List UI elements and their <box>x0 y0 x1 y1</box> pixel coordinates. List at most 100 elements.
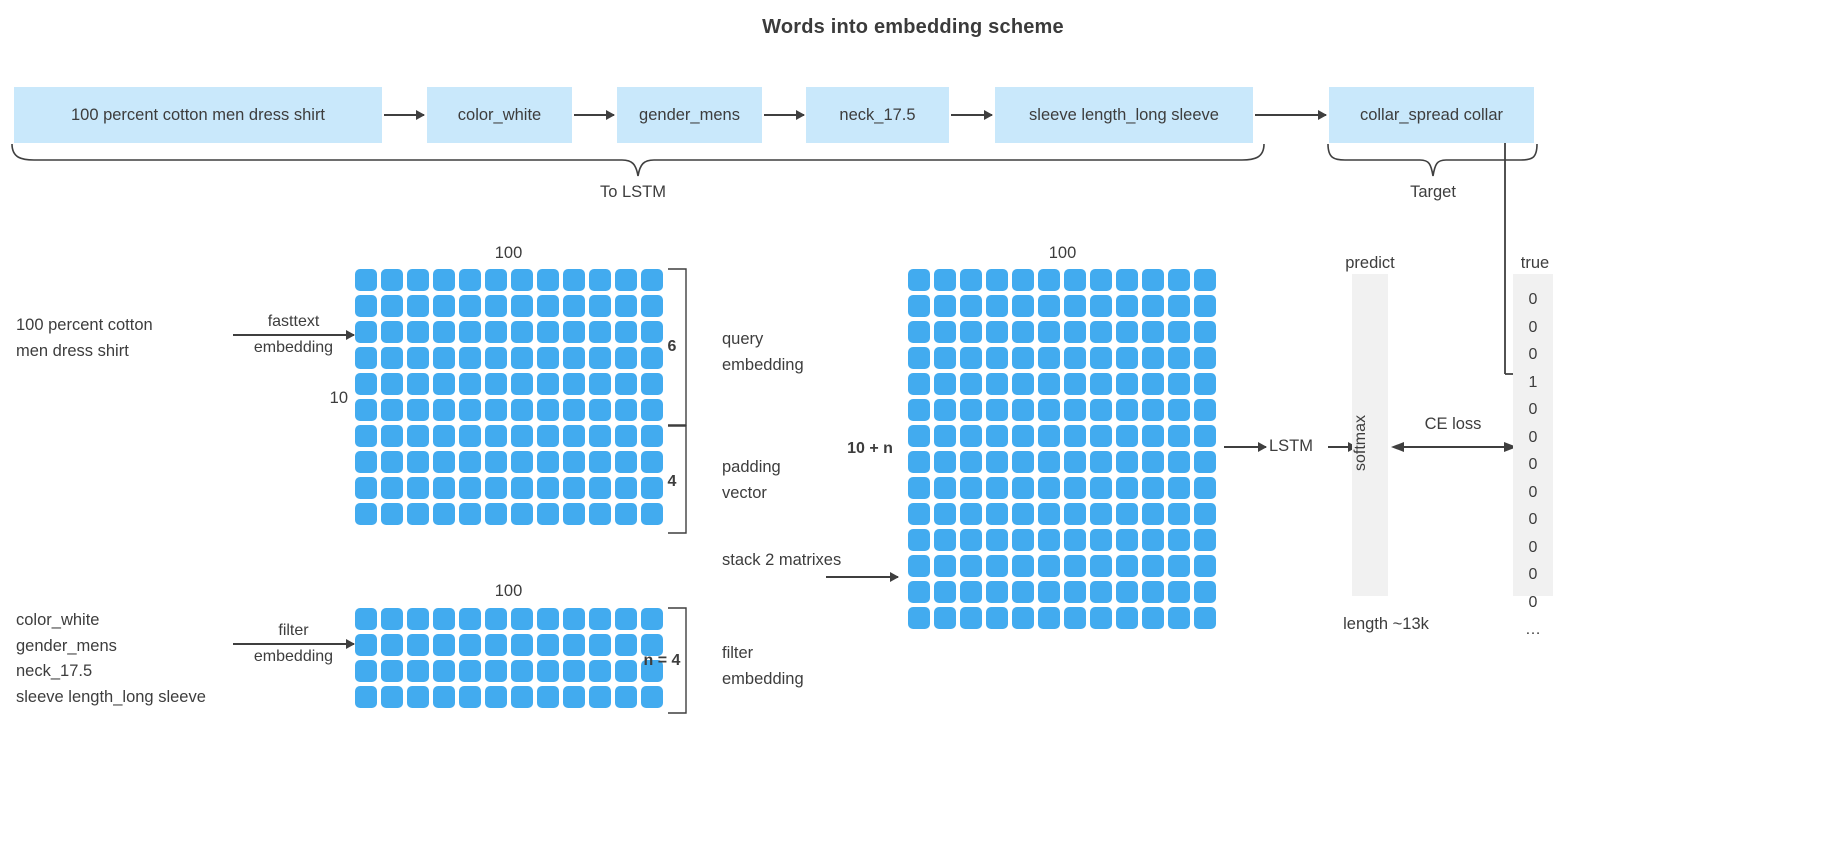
stacked-matrix-cell <box>960 581 982 603</box>
stacked-matrix-cell <box>986 347 1008 369</box>
stacked-matrix-cell <box>960 425 982 447</box>
query-matrix-cell <box>641 451 663 473</box>
true-vector-value: 0 <box>1528 428 1538 446</box>
query-matrix-cell <box>563 477 585 499</box>
query-matrix-cell <box>563 347 585 369</box>
stacked-matrix-cell <box>960 347 982 369</box>
token-box-collar-target[interactable]: collar_spread collar <box>1329 87 1534 143</box>
stacked-matrix-cell <box>934 399 956 421</box>
query-matrix-cell <box>355 321 377 343</box>
stacked-matrix-cell <box>1116 451 1138 473</box>
query-matrix-cell <box>589 373 611 395</box>
stack-label: stack 2 matrixes <box>722 551 842 569</box>
stacked-matrix-cell <box>1168 581 1190 603</box>
query-matrix-cell <box>537 399 559 421</box>
stacked-matrix-cell <box>908 399 930 421</box>
filter-embedding-label: filter embedding <box>722 644 804 688</box>
query-matrix-cell <box>433 477 455 499</box>
token-box-color[interactable]: color_white <box>427 87 572 143</box>
stacked-matrix-cell <box>1064 607 1086 629</box>
stacked-matrix-cell <box>1142 503 1164 525</box>
fasttext-embedding-arrow: fasttext embedding <box>233 313 355 357</box>
query-matrix-cell <box>615 321 637 343</box>
stacked-matrix-cell <box>934 529 956 551</box>
stacked-matrix-cell <box>1064 503 1086 525</box>
stacked-matrix-cell <box>986 373 1008 395</box>
stacked-matrix-cell <box>1090 373 1112 395</box>
query-matrix-cell <box>641 373 663 395</box>
stacked-matrix-cell <box>1168 529 1190 551</box>
query-matrix-cell <box>511 451 533 473</box>
stacked-matrix-cell <box>1012 555 1034 577</box>
filter-matrix-cell <box>407 686 429 708</box>
query-matrix-cell <box>589 347 611 369</box>
token-box-neck[interactable]: neck_17.5 <box>806 87 949 143</box>
stacked-matrix-cell <box>1064 555 1086 577</box>
stacked-matrix-cell <box>1168 555 1190 577</box>
query-matrix-cell <box>407 425 429 447</box>
stacked-matrix-cell <box>1012 607 1034 629</box>
stacked-matrix-cell <box>1142 295 1164 317</box>
query-matrix-cell <box>641 269 663 291</box>
query-matrix-cell <box>615 425 637 447</box>
filter-matrix-cell <box>563 686 585 708</box>
stacked-matrix-cell <box>1064 399 1086 421</box>
query-matrix-cell <box>615 477 637 499</box>
stacked-matrix-cell <box>1168 503 1190 525</box>
query-matrix-cell <box>355 399 377 421</box>
query-matrix-cell <box>537 425 559 447</box>
query-padding-matrix <box>353 267 665 527</box>
filter-matrix-cell <box>641 608 663 630</box>
true-vector: 0 0 0 1 0 0 0 0 0 0 0 0… <box>1513 274 1553 638</box>
stacked-matrix-cell <box>1142 321 1164 343</box>
stacked-matrix-cell <box>1116 269 1138 291</box>
stacked-matrix-cell <box>986 555 1008 577</box>
stacked-matrix-cell <box>908 555 930 577</box>
stacked-matrix-cell <box>908 373 930 395</box>
stacked-matrix-cell <box>1064 529 1086 551</box>
query-matrix-cell <box>485 425 507 447</box>
filter-matrix-cell <box>433 686 455 708</box>
stacked-matrix-cell <box>960 321 982 343</box>
filter-matrix-cell <box>511 686 533 708</box>
token-box-query[interactable]: 100 percent cotton men dress shirt <box>14 87 382 143</box>
stacked-matrix-cell <box>1038 451 1060 473</box>
brace-label-to-lstm: To LSTM <box>599 183 667 201</box>
stacked-matrix-cell <box>960 295 982 317</box>
stacked-matrix-cell <box>1116 399 1138 421</box>
stacked-matrix-cell <box>1194 451 1216 473</box>
stacked-matrix-cell <box>1142 607 1164 629</box>
query-matrix-cell <box>563 451 585 473</box>
query-matrix-cell <box>537 451 559 473</box>
filter-matrix-cell <box>485 660 507 682</box>
filter-matrix-cell <box>485 686 507 708</box>
filter-matrix-cell <box>563 634 585 656</box>
query-matrix-cell <box>511 373 533 395</box>
token-box-sleeve[interactable]: sleeve length_long sleeve <box>995 87 1253 143</box>
query-matrix-cell <box>511 425 533 447</box>
query-cols-count: 100 <box>494 244 523 262</box>
sequence-arrow-1 <box>384 110 425 120</box>
query-matrix-cell <box>355 347 377 369</box>
stacked-matrix-cell <box>1168 425 1190 447</box>
stacked-matrix-cell <box>1064 269 1086 291</box>
stacked-matrix-cell <box>1038 399 1060 421</box>
query-matrix-cell <box>537 295 559 317</box>
filter-matrix-cell <box>459 660 481 682</box>
filter-matrix-cell <box>485 608 507 630</box>
stacked-matrix-cell <box>1168 347 1190 369</box>
stacked-matrix-cell <box>908 425 930 447</box>
query-matrix-cell <box>563 399 585 421</box>
sequence-arrow-3 <box>764 110 805 120</box>
filter-matrix-cell <box>615 686 637 708</box>
stacked-matrix-cell <box>1168 321 1190 343</box>
stacked-matrix-cell <box>986 503 1008 525</box>
stacked-matrix-cell <box>1012 347 1034 369</box>
token-box-gender[interactable]: gender_mens <box>617 87 762 143</box>
filter-matrix-cell <box>641 686 663 708</box>
true-vector-value: 0 <box>1528 511 1538 529</box>
query-matrix-cell <box>563 425 585 447</box>
query-matrix-cell <box>589 399 611 421</box>
stacked-matrix-cell <box>1064 347 1086 369</box>
query-matrix-cell <box>485 399 507 421</box>
